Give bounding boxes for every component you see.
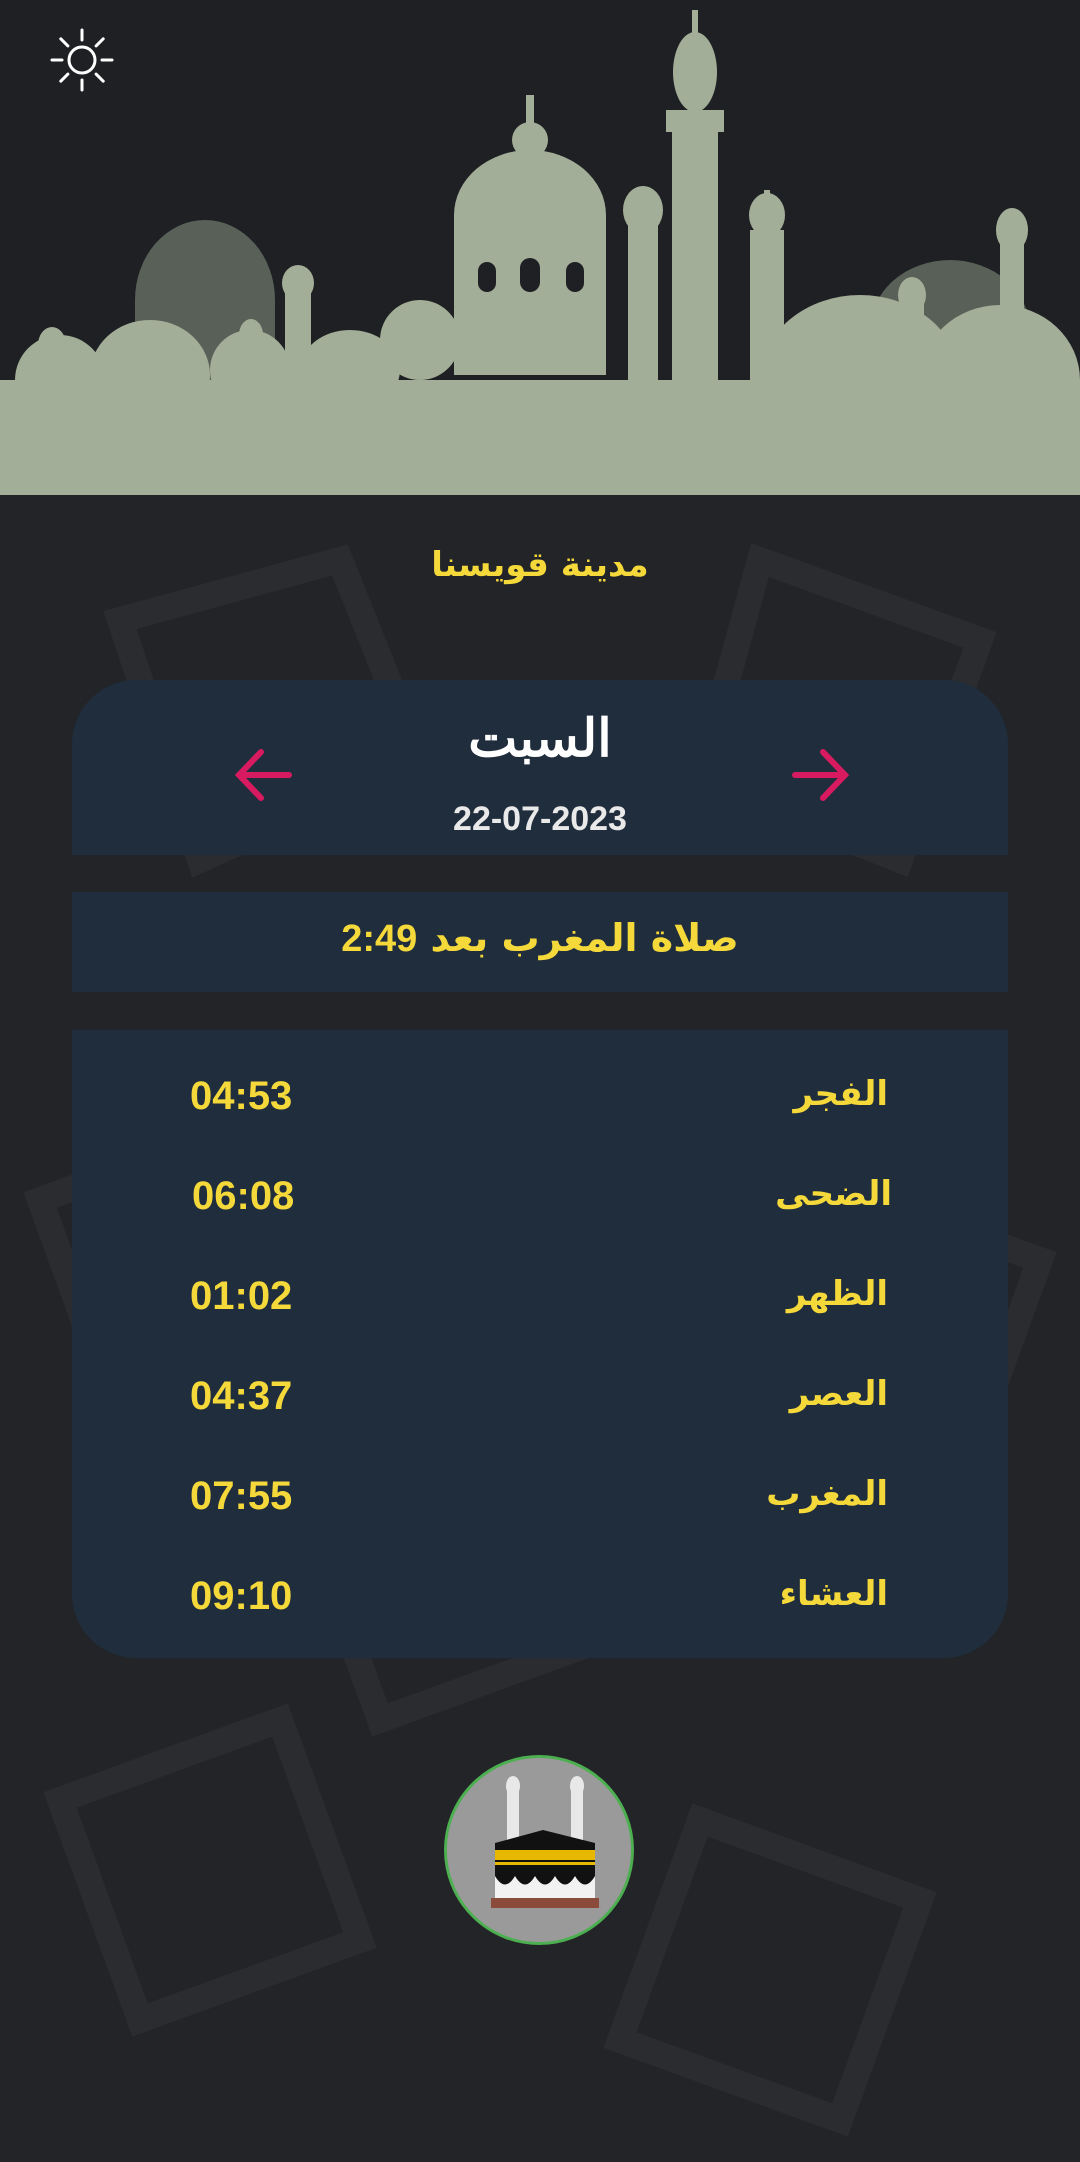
prayer-name: الفجر — [793, 1074, 888, 1114]
prayer-row: الضحى 06:08 — [72, 1158, 1008, 1248]
prayer-row: العصر 04:37 — [72, 1358, 1008, 1448]
prayer-name: المغرب — [766, 1474, 888, 1514]
next-prayer-banner: صلاة المغرب بعد 2:49 — [72, 892, 1008, 992]
prayer-row: المغرب 07:55 — [72, 1458, 1008, 1548]
day-date: 22-07-2023 — [453, 800, 627, 838]
prayer-time: 07:55 — [190, 1474, 293, 1518]
city-name: مدينة قويسنا — [431, 545, 649, 585]
prayer-time: 09:10 — [190, 1574, 293, 1618]
day-card: السبت 22-07-2023 — [72, 680, 1008, 855]
prayer-time: 04:53 — [190, 1074, 293, 1118]
prayer-name: العصر — [789, 1374, 888, 1414]
next-prayer-countdown: 2:49 — [341, 918, 418, 960]
next-prayer-text: صلاة المغرب بعد 2:49 — [72, 916, 1008, 961]
kaaba-icon — [447, 1758, 631, 1942]
sun-icon[interactable] — [50, 28, 114, 92]
prayer-name: الظهر — [786, 1274, 888, 1314]
prayer-time: 01:02 — [190, 1274, 293, 1318]
prayer-row: العشاء 09:10 — [72, 1558, 1008, 1648]
prayer-row: الفجر 04:53 — [72, 1058, 1008, 1148]
prayer-name: العشاء — [779, 1574, 888, 1614]
next-prayer-label: صلاة المغرب بعد — [430, 916, 739, 960]
mosque-header-image — [0, 0, 1080, 495]
qibla-button[interactable] — [444, 1755, 634, 1945]
prayer-time: 04:37 — [190, 1374, 293, 1418]
prayer-row: الظهر 01:02 — [72, 1258, 1008, 1348]
day-name: السبت — [468, 708, 612, 769]
prayer-times-card: الفجر 04:53 الضحى 06:08 الظهر 01:02 العص… — [72, 1030, 1008, 1658]
prayer-name: الضحى — [775, 1174, 892, 1214]
prayer-time: 06:08 — [192, 1174, 295, 1218]
